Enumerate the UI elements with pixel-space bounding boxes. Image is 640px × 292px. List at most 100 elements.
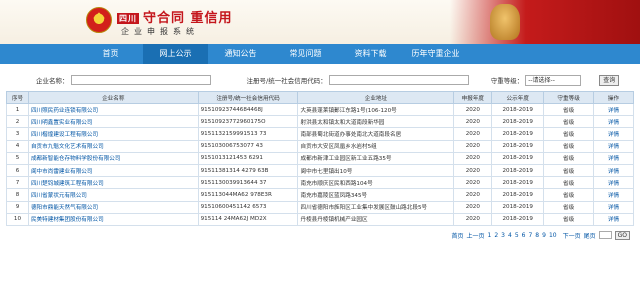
row-detail-link[interactable]: 详情 (593, 200, 634, 214)
row-detail-link[interactable]: 详情 (593, 212, 634, 226)
row-detail-link[interactable]: 详情 (593, 163, 634, 178)
row-index: 5 (6, 151, 29, 165)
row-company-link[interactable]: 四川照民药业连锁有限公司 (27, 102, 199, 117)
pager-prev[interactable]: 上一页 (466, 231, 484, 240)
row-detail-link[interactable]: 详情 (593, 102, 634, 117)
header-company: 企业名称 (27, 91, 199, 104)
row-code: 915103006753077 43 (197, 139, 299, 153)
brand-title: 四川 守合同 重信用 (117, 7, 233, 26)
row-code: 91510923772960175O (197, 115, 299, 129)
row-company-link[interactable]: 四川明鑫置实业有限公司 (27, 115, 199, 129)
header-code: 注册号/统一社会信用代码 (197, 91, 299, 104)
row-company-link[interactable]: 四川楷煌建设工程有限公司 (27, 127, 199, 141)
level-select[interactable]: --请选择-- (525, 74, 582, 86)
pager-last[interactable]: 尾页 (584, 231, 596, 240)
nav-downloads[interactable]: 资料下载 (338, 44, 403, 64)
row-index: 6 (6, 163, 29, 178)
row-apply-year: 2020 (453, 200, 493, 214)
row-index: 8 (6, 188, 29, 202)
pager-page-number[interactable]: 3 (501, 232, 505, 239)
row-company-link[interactable]: 四川楚钧城建筑工程有限公司 (27, 176, 199, 190)
table-body: 1 四川照民药业连锁有限公司 91510923744684468J 大英县蓬莱镇郪江东… (6, 102, 634, 226)
row-code: 9151013121453 6291 (197, 151, 299, 165)
row-level: 省级 (543, 102, 595, 117)
header-action: 操作 (593, 91, 634, 104)
credit-code-label: 注册号/统一社会信用代码： (246, 77, 327, 85)
pager-page-number[interactable]: 5 (515, 232, 519, 239)
row-address: 四川省德阳市旌阳区工业集中发展区鼓山路北段5号 (297, 200, 455, 214)
row-code: 915113044MA62 978E3R (197, 188, 299, 202)
row-index: 3 (6, 127, 29, 141)
row-apply-year: 2020 (453, 115, 493, 129)
row-detail-link[interactable]: 详情 (593, 151, 634, 165)
pager-page-number[interactable]: 6 (522, 232, 526, 239)
brand-subtitle: 企业申报系统 (121, 27, 199, 36)
row-address: 南充市顺庆区民和西路104号 (297, 176, 455, 190)
pager-page-number[interactable]: 9 (542, 232, 546, 239)
pager-first[interactable]: 首页 (451, 231, 463, 240)
banner-decoration (450, 0, 640, 44)
nav-faq[interactable]: 常见问题 (273, 44, 338, 64)
row-level: 省级 (543, 139, 595, 153)
row-level: 省级 (543, 151, 595, 165)
level-label: 守重等级： (490, 77, 524, 85)
query-button[interactable]: 查询 (599, 74, 620, 86)
row-code: 9151130039913644 37 (197, 176, 299, 190)
row-company-link[interactable]: 德阳市鼎能天然气有限公司 (27, 200, 199, 214)
nav-home[interactable]: 首页 (78, 44, 143, 64)
table-row: 5 成都新智能仓存物料学股份有限公司 9151013121453 6291 成都市新津… (6, 151, 634, 165)
pager-page-number[interactable]: 7 (528, 232, 532, 239)
row-detail-link[interactable]: 详情 (593, 115, 634, 129)
row-detail-link[interactable]: 详情 (593, 139, 634, 153)
row-code: 91511381314 4279 63B (197, 163, 299, 178)
pager-page-number[interactable]: 1 (488, 232, 492, 239)
row-address: 自贡市大安区凤凰乡水岩村5组 (297, 139, 455, 153)
row-company-link[interactable]: 成都新智能仓存物料学股份有限公司 (27, 151, 199, 165)
row-level: 省级 (543, 127, 595, 141)
row-apply-year: 2020 (453, 151, 493, 165)
brand-slogan: 守合同 重信用 (143, 11, 233, 26)
pager-page-input[interactable] (598, 231, 612, 240)
bronze-vessel-icon (490, 4, 520, 40)
row-address: 射洪县太和镇太和大道南段新华园 (297, 115, 455, 129)
row-company-link[interactable]: 四川省蒙状元有限公司 (27, 188, 199, 202)
pager-page-number[interactable]: 10 (549, 232, 557, 239)
row-company-link[interactable]: 民美特建材集团股份有限公司 (27, 212, 199, 226)
row-address: 阆中市七里镇出10号 (297, 163, 455, 178)
row-index: 10 (6, 212, 29, 226)
row-apply-year: 2020 (453, 139, 493, 153)
table-header-row: 序号 企业名称 注册号/统一社会信用代码 企业地址 申报年度 公示年度 守重等级… (6, 91, 634, 104)
row-index: 1 (6, 102, 29, 117)
pager-next[interactable]: 下一页 (563, 231, 581, 240)
table-row: 3 四川楷煌建设工程有限公司 9151132159991513 73 南部县蜀北街道办… (6, 127, 634, 141)
row-detail-link[interactable]: 详情 (593, 176, 634, 190)
nav-public-notice[interactable]: 网上公示 (143, 44, 208, 64)
header-public-year: 公示年度 (491, 91, 545, 104)
table-row: 9 德阳市鼎能天然气有限公司 91510600451142 6573 四川省德阳市旌阳… (6, 200, 634, 214)
row-public-year: 2018-2019 (491, 163, 545, 178)
nav-history[interactable]: 历年守重企业 (403, 44, 468, 64)
row-public-year: 2018-2019 (491, 176, 545, 190)
row-apply-year: 2020 (453, 102, 493, 117)
pager-page-number[interactable]: 2 (494, 232, 498, 239)
pager-page-number[interactable]: 8 (535, 232, 539, 239)
company-name-label: 企业名称： (36, 77, 69, 85)
row-detail-link[interactable]: 详情 (593, 127, 634, 141)
row-detail-link[interactable]: 详情 (593, 188, 634, 202)
row-index: 4 (6, 139, 29, 153)
pagination: 首页 上一页 1 2 3 4 5 6 7 8 9 10 下一页 尾页 GO (0, 230, 640, 240)
row-address: 成都市新津工业园区新工业五路35号 (297, 151, 455, 165)
row-company-link[interactable]: 自贡市九魁文化艺术有限公司 (27, 139, 199, 153)
header-apply-year: 申报年度 (453, 91, 493, 104)
pager-page-number[interactable]: 4 (508, 232, 512, 239)
nav-announcements[interactable]: 通知公告 (208, 44, 273, 64)
row-apply-year: 2020 (453, 176, 493, 190)
pager-go-button[interactable]: GO (614, 230, 630, 240)
table-row: 6 阆中市尚雷建业有限公司 91511381314 4279 63B 阆中市七里镇出1… (6, 163, 634, 178)
row-company-link[interactable]: 阆中市尚雷建业有限公司 (27, 163, 199, 178)
table-row: 4 自贡市九魁文化艺术有限公司 915103006753077 43 自贡市大安区凤凰… (6, 139, 634, 153)
row-address: 丹棱县丹棱镇机械产业园区 (297, 212, 455, 226)
credit-code-input[interactable] (328, 75, 469, 85)
row-code: 9151132159991513 73 (197, 127, 299, 141)
company-name-input[interactable] (70, 75, 211, 85)
